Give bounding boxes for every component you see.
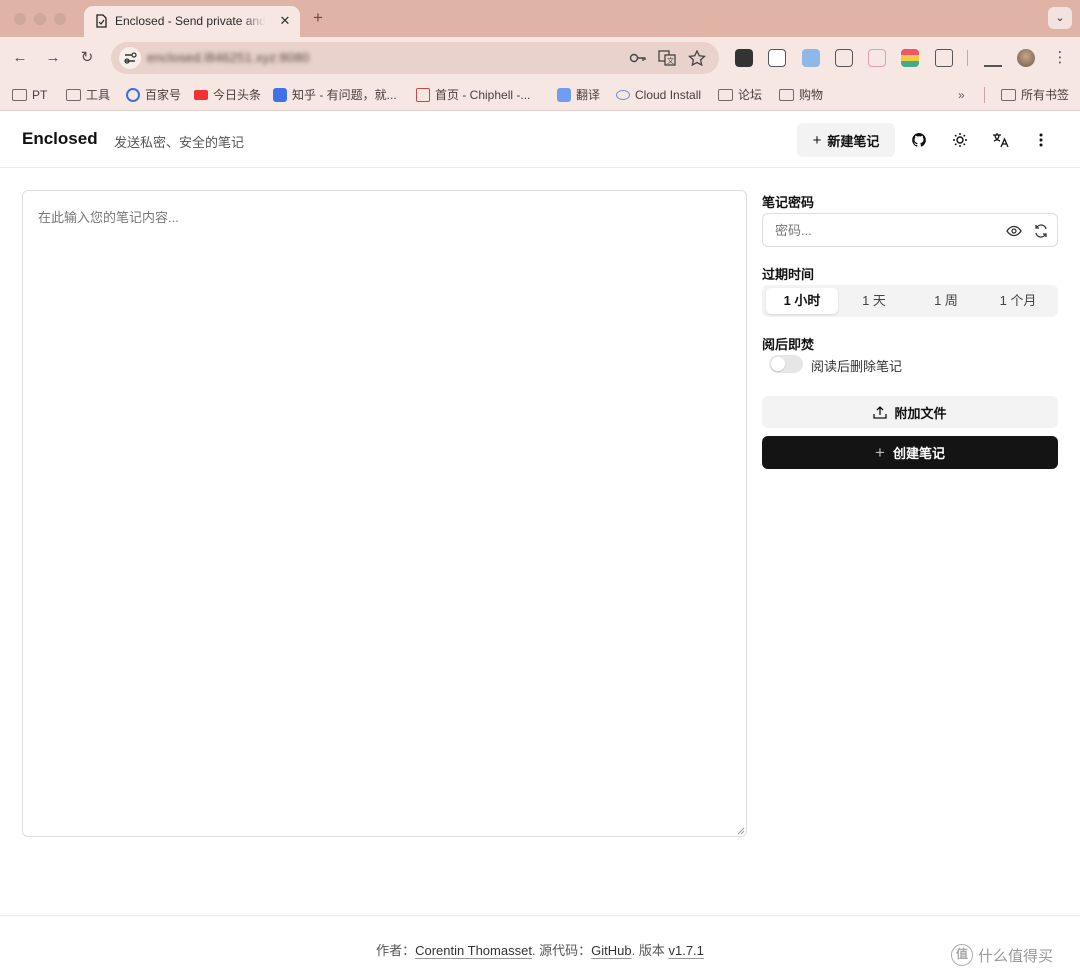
footer-credits: 作者：Corentin Thomasset. 源代码：GitHub. 版本 v1… (376, 943, 704, 958)
expiry-label: 过期时间 (762, 267, 815, 282)
tab-search-chevron-icon[interactable]: ⌄ (1048, 7, 1072, 29)
create-note-label: 创建笔记 (892, 446, 945, 461)
baijiahao-icon (126, 88, 140, 102)
forward-icon[interactable]: → (43, 48, 63, 68)
bookmark-pt[interactable]: PT (12, 85, 47, 105)
reading-list-icon[interactable] (984, 49, 1002, 67)
note-content-textarea[interactable] (23, 191, 746, 836)
toggle-knob (771, 357, 785, 371)
svg-text:文: 文 (667, 56, 674, 65)
regenerate-icon[interactable] (1033, 223, 1049, 239)
theme-sun-icon[interactable] (949, 129, 971, 151)
upload-icon (873, 406, 888, 419)
extension-bitwarden-icon[interactable] (768, 49, 786, 67)
eye-icon[interactable] (1006, 223, 1022, 239)
extensions-puzzle-icon[interactable] (935, 49, 953, 67)
translate-icon (557, 88, 571, 102)
folder-icon (1001, 89, 1016, 101)
bookmark-chiphell[interactable]: 首页 - Chiphell -... (416, 85, 530, 105)
author-link[interactable]: Corentin Thomasset (415, 943, 532, 958)
new-note-button[interactable]: + 新建笔记 (797, 123, 895, 157)
new-tab-icon[interactable]: + (309, 8, 327, 28)
note-favicon-icon (96, 14, 107, 28)
watermark-badge-icon: 值 (951, 944, 973, 966)
url-text: enclosed.l846251.xyz:8080 (147, 50, 310, 65)
burn-after-reading-toggle[interactable] (769, 355, 803, 373)
burn-after-reading-label: 阅后即焚 (762, 337, 815, 352)
key-icon[interactable] (629, 50, 647, 66)
resize-grip-icon[interactable] (737, 827, 745, 835)
window-close-dot[interactable] (14, 13, 26, 25)
translate-page-icon[interactable]: 文 (658, 50, 676, 66)
bookmark-tools[interactable]: 工具 (66, 85, 110, 105)
version-link[interactable]: v1.7.1 (668, 943, 703, 958)
expiry-selector: 1 小时 1 天 1 周 1 个月 (762, 285, 1058, 317)
browser-menu-icon[interactable]: ⋮ (1050, 48, 1070, 68)
reload-icon[interactable]: ↻ (77, 48, 97, 68)
browser-titlebar: Enclosed - Send private and secure notes… (0, 0, 1080, 37)
site-info-icon[interactable] (119, 47, 141, 69)
bookmark-toutiao[interactable]: 今日头条 (194, 85, 261, 105)
tab-title: Enclosed - Send private and secure notes (115, 14, 265, 28)
extension-screenshot-icon[interactable] (802, 49, 820, 67)
extension-scissors-icon[interactable] (835, 49, 853, 67)
password-label: 笔记密码 (762, 195, 815, 210)
language-icon[interactable] (990, 129, 1012, 151)
cloud-icon (616, 90, 630, 100)
folder-icon (12, 89, 27, 101)
star-bookmark-icon[interactable] (688, 50, 706, 66)
extension-tabs-icon[interactable] (735, 49, 753, 67)
bookmarks-bar: PT 工具 百家号 今日头条 知乎 - 有问题，就... 首页 - Chiphe… (0, 79, 1080, 111)
zhihu-icon (273, 88, 287, 102)
bookmark-shopping[interactable]: 购物 (779, 85, 823, 105)
address-bar[interactable]: enclosed.l846251.xyz:8080 文 (111, 42, 719, 74)
expiry-option-1-week[interactable]: 1 周 (910, 288, 982, 314)
plus-icon: + (812, 131, 822, 149)
expiry-option-1-day[interactable]: 1 天 (838, 288, 910, 314)
bookmark-all[interactable]: 所有书签 (1001, 85, 1069, 105)
watermark: 值 什么值得买 (951, 944, 1053, 966)
note-content-container (22, 190, 747, 837)
bookmark-cloud-install[interactable]: Cloud Install (616, 85, 701, 105)
toolbar-divider (967, 50, 968, 66)
brand-title[interactable]: Enclosed (22, 129, 98, 149)
browser-toolbar: ← → ↻ enclosed.l846251.xyz:8080 文 ⋮ (0, 37, 1080, 79)
create-note-button[interactable]: + 创建笔记 (762, 436, 1058, 469)
bookmark-translate[interactable]: 翻译 (557, 85, 600, 105)
app-header: Enclosed 发送私密、安全的笔记 + 新建笔记 (0, 112, 1080, 168)
profile-avatar[interactable] (1017, 49, 1035, 67)
bookmark-baijiahao[interactable]: 百家号 (126, 85, 181, 105)
expiry-option-1-hour[interactable]: 1 小时 (766, 288, 838, 314)
folder-icon (718, 89, 733, 101)
more-bookmarks-chevron-icon[interactable]: » (958, 85, 965, 105)
more-menu-icon[interactable] (1030, 129, 1052, 151)
folder-icon (66, 89, 81, 101)
extension-layers-icon[interactable] (901, 49, 919, 67)
window-minimize-dot[interactable] (34, 13, 46, 25)
new-note-label: 新建笔记 (827, 133, 880, 149)
close-tab-icon[interactable]: ✕ (277, 13, 293, 29)
footer: 作者：Corentin Thomasset. 源代码：GitHub. 版本 v1… (0, 915, 1080, 979)
attach-file-button[interactable]: 附加文件 (762, 396, 1058, 428)
bookmarks-divider (984, 87, 985, 103)
brand-tagline: 发送私密、安全的笔记 (114, 135, 245, 150)
burn-toggle-text[interactable]: 阅读后删除笔记 (811, 356, 902, 375)
toutiao-icon (194, 90, 208, 100)
password-input[interactable] (763, 214, 993, 246)
back-icon[interactable]: ← (10, 48, 30, 68)
extension-tv-icon[interactable] (868, 49, 886, 67)
window-zoom-dot[interactable] (54, 13, 66, 25)
plus-icon: + (875, 442, 885, 462)
password-field (762, 213, 1058, 247)
browser-tab-active[interactable]: Enclosed - Send private and secure notes… (84, 6, 300, 37)
chiphell-icon (416, 88, 430, 102)
bookmark-forum[interactable]: 论坛 (718, 85, 762, 105)
expiry-option-1-month[interactable]: 1 个月 (982, 288, 1054, 314)
folder-icon (779, 89, 794, 101)
bookmark-zhihu[interactable]: 知乎 - 有问题，就... (273, 85, 397, 105)
attach-file-label: 附加文件 (894, 405, 947, 421)
watermark-text: 什么值得买 (978, 947, 1054, 965)
github-link[interactable]: GitHub (591, 943, 631, 958)
github-icon[interactable] (908, 129, 930, 151)
